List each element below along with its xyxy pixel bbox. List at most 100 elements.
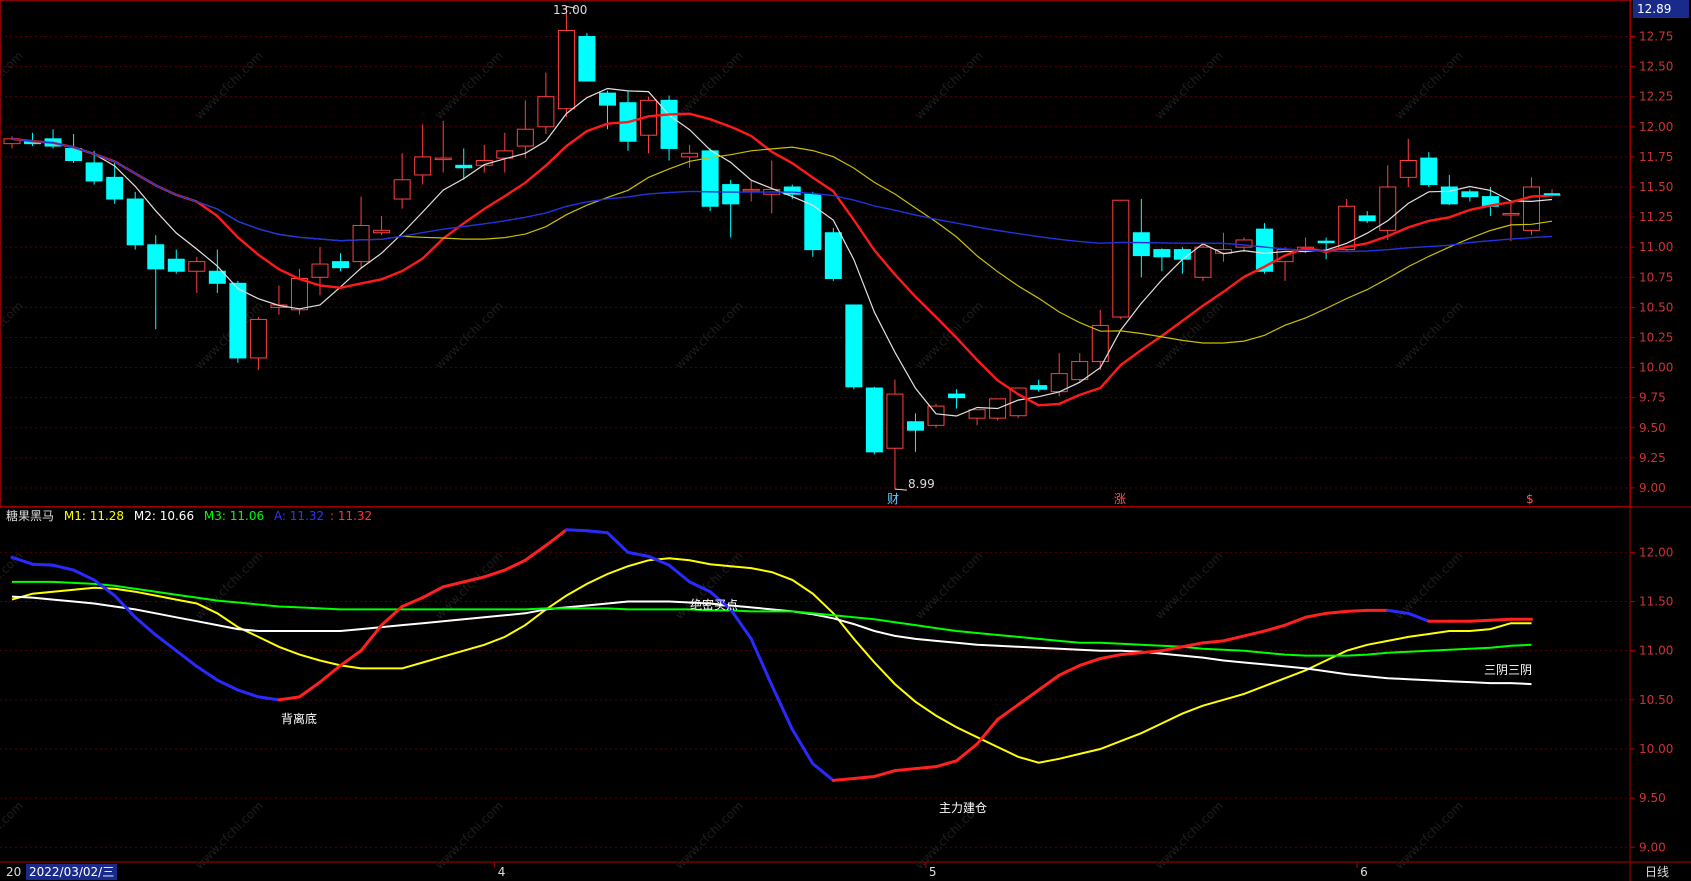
indicator-a-segment [852, 774, 876, 780]
watermark-text: www.cfchi.com [1392, 549, 1466, 623]
ind-tick-label: 9.00 [1639, 840, 1666, 854]
month-label: 6 [1360, 865, 1368, 879]
indicator-a-segment [195, 664, 219, 682]
indicator-a-segment [339, 649, 363, 667]
candle-body [722, 184, 740, 205]
indicator-name[interactable]: 糖果黑马 [6, 509, 54, 523]
indicator-a-segment [1057, 663, 1082, 677]
ind-tick-label: 12.00 [1639, 545, 1673, 559]
watermark-text: www.cfchi.com [1392, 49, 1466, 123]
watermark-text: www.cfchi.com [672, 49, 746, 123]
month-label: 5 [929, 865, 937, 879]
indicator-a-segment [955, 742, 979, 763]
signal-beili: 背离底 [281, 711, 317, 726]
ind-tick-label: 11.00 [1639, 644, 1673, 658]
candle-body [434, 157, 452, 161]
signal-zhuli: 主力建仓 [939, 801, 987, 815]
watermark-text: www.cfchi.com [1152, 549, 1226, 623]
indicator-a-segment [893, 767, 917, 773]
candle-body [1153, 249, 1171, 258]
candle-body [845, 304, 863, 388]
watermark-text: www.cfchi.com [672, 799, 746, 873]
watermark-text: www.cfchi.com [192, 549, 266, 623]
candle-body [1399, 160, 1417, 178]
main-tick-label: 12.50 [1639, 60, 1673, 74]
main-tick-label: 11.75 [1639, 150, 1673, 164]
ind-tick-label: 11.50 [1639, 595, 1673, 609]
signal-jueji: 绝密买点 [690, 597, 738, 612]
legend-b: : 11.32 [329, 509, 373, 523]
candle-body [968, 409, 986, 419]
main-tick-label: 11.00 [1639, 240, 1673, 254]
watermark-text: www.cfchi.com [192, 49, 266, 123]
indicator-a-segment [503, 558, 527, 572]
indicator-a-segment [1180, 641, 1205, 649]
candle-body [742, 188, 760, 192]
indicator-a-segment [1139, 649, 1164, 655]
indicator-a-segment [174, 649, 199, 668]
main-tick-label: 12.75 [1639, 30, 1673, 44]
main-tick-label: 12.25 [1639, 90, 1673, 104]
candle-body [229, 282, 247, 359]
indicator-a-segment [421, 585, 445, 600]
candle-body [311, 263, 329, 278]
candle-body [1071, 361, 1089, 381]
indicator-a-segment [1037, 673, 1061, 692]
candle-body [1358, 215, 1376, 222]
indicator-a-segment [749, 637, 774, 687]
main-tick-label: 10.75 [1639, 270, 1673, 284]
candle-body [1112, 199, 1130, 318]
candle-body [167, 258, 185, 272]
watermark-text: www.cfchi.com [1152, 799, 1226, 873]
candle-body [352, 225, 370, 263]
indicator-a-segment [626, 550, 651, 558]
kline-chart[interactable]: www.cfchi.com www.cfchi.com www.cfchi.com w… [0, 0, 1691, 881]
month-label: 4 [498, 865, 506, 879]
zhang-marker[interactable]: 涨 [1114, 491, 1126, 506]
candle-body [1461, 191, 1479, 198]
indicator-a-segment [297, 680, 322, 699]
legend-a: A: 11.32 [273, 509, 325, 523]
small-marker[interactable]: $ [1526, 492, 1534, 506]
indicator-a-segment [831, 776, 856, 782]
legend-m3: M3: 11.06 [203, 509, 265, 523]
indicator-a-segment [544, 528, 568, 548]
indicator-a-segment [1468, 618, 1492, 623]
legend-m1: M1: 11.28 [63, 509, 125, 523]
indicator-a-segment [934, 759, 959, 769]
indicator-a-segment [1345, 608, 1369, 613]
indicator-a-segment [1406, 611, 1431, 623]
indicator-a-segment [913, 765, 938, 771]
candle-body [927, 405, 945, 426]
cai-marker[interactable]: 财 [887, 492, 899, 506]
candle-body [85, 162, 103, 182]
watermark-text: www.cfchi.com [192, 799, 266, 873]
candle-body [1502, 212, 1520, 216]
watermark-text: www.cfchi.com [432, 49, 506, 123]
indicator-a-segment [1098, 653, 1123, 661]
candle-body [1420, 157, 1438, 186]
candle-body [188, 261, 206, 272]
watermark-text: www.cfchi.com [0, 49, 26, 123]
indicator-a-segment [51, 563, 76, 572]
signal-sanyin: 三阴三阴 [1484, 663, 1532, 677]
candle-body [249, 318, 267, 359]
indicator-a-segment [1119, 651, 1143, 657]
watermark-text: www.cfchi.com [1392, 799, 1466, 873]
period-label[interactable]: 日线 [1645, 863, 1669, 880]
main-tick-label: 11.50 [1639, 180, 1673, 194]
indicator-a-segment [133, 615, 158, 637]
watermark-text: www.cfchi.com [1152, 49, 1226, 123]
candle-body [948, 393, 966, 399]
indicator-a-segment [770, 683, 794, 731]
indicator-a-segment [1242, 629, 1267, 638]
indicator-a-segment [215, 678, 240, 692]
main-tick-label: 12.00 [1639, 120, 1673, 134]
indicator-a-segment [154, 633, 178, 653]
candle-body [660, 99, 678, 149]
indicator-a-segment [1221, 634, 1246, 643]
indicator-a-segment [31, 562, 55, 567]
candle-body [393, 179, 411, 200]
candle-body [332, 261, 350, 269]
indicator-a-segment [585, 529, 609, 535]
